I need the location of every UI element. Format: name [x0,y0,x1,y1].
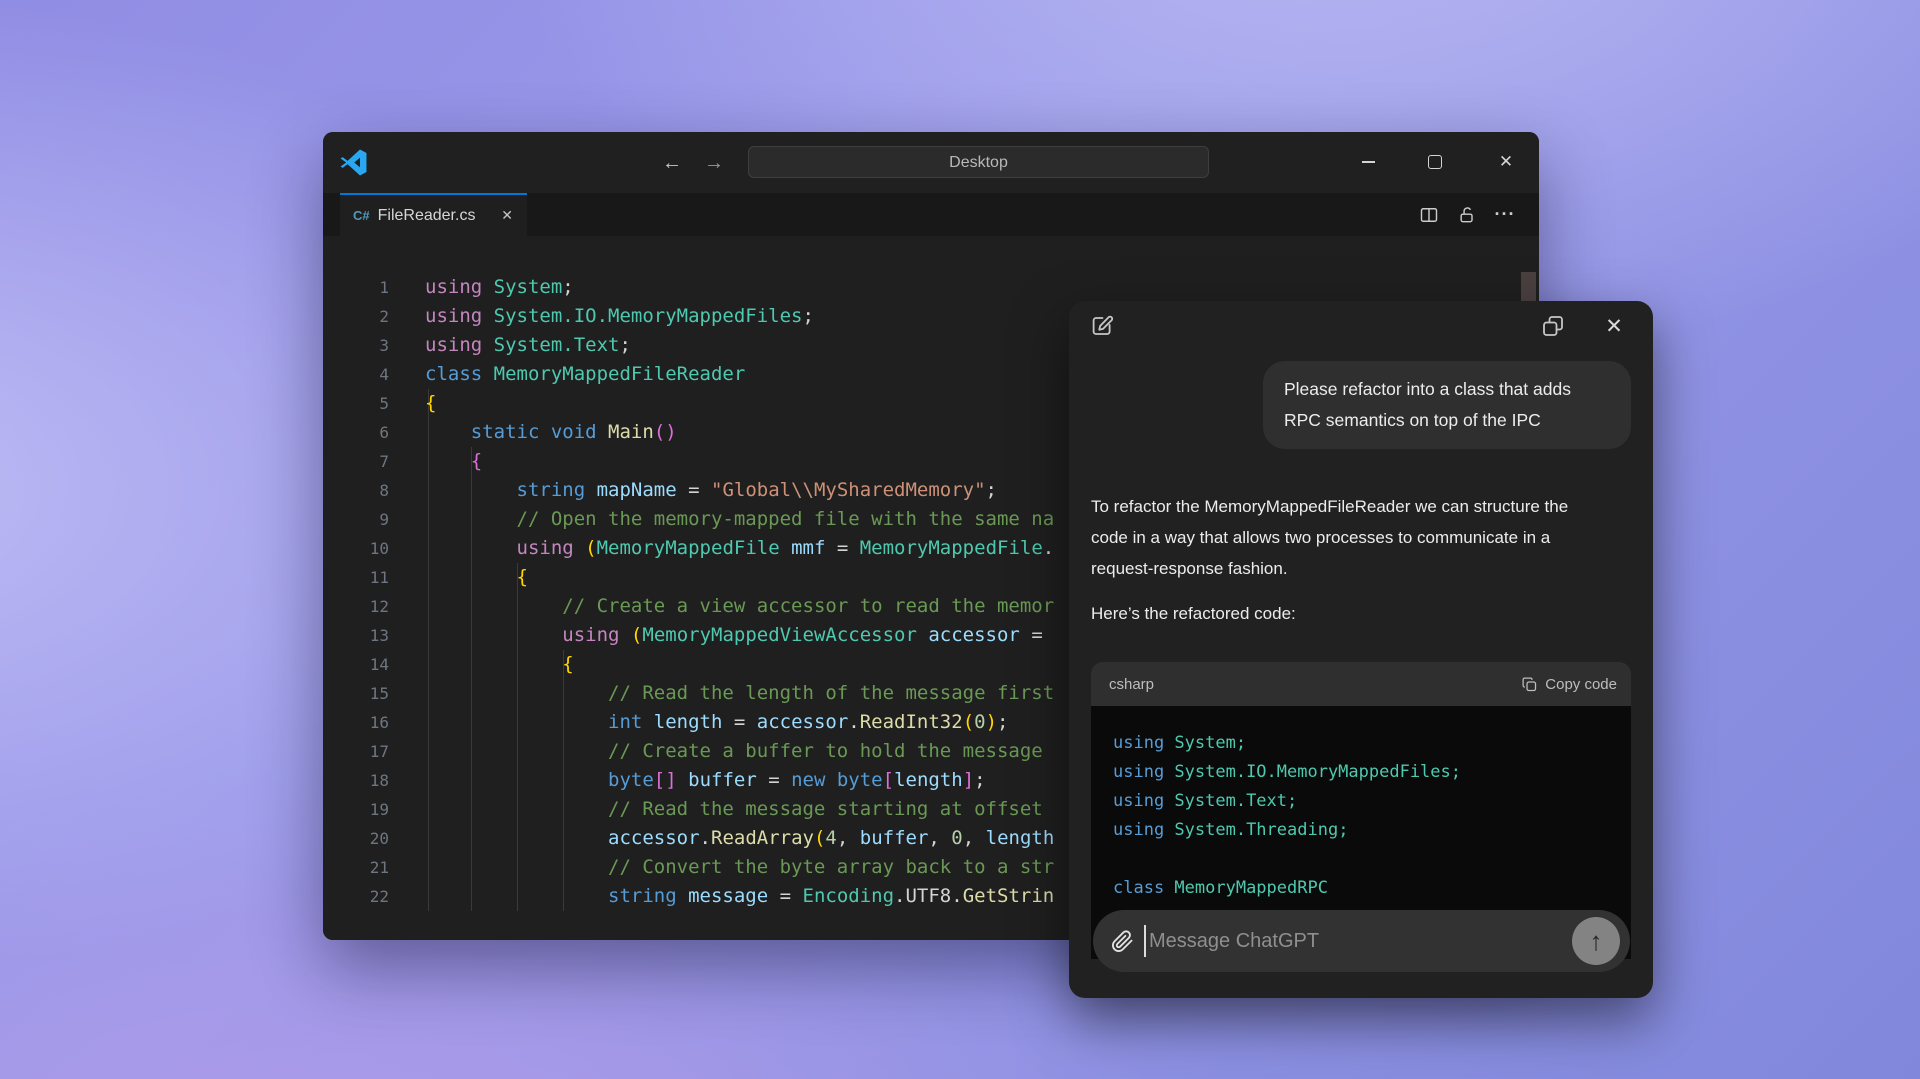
code-line: using System; [1113,733,1247,753]
message-input[interactable]: Message ChatGPT ↑ [1093,910,1630,972]
line-number: 15 [369,684,389,703]
line-number: 20 [369,829,389,848]
copy-code-button[interactable]: Copy code [1521,676,1617,693]
lock-icon[interactable] [1455,203,1479,227]
code-line: class MemoryMappedRPC [1113,878,1328,898]
line-number: 2 [379,307,389,326]
line-number: 3 [379,336,389,355]
text-cursor [1144,925,1146,957]
line-number: 18 [369,771,389,790]
code-block-header: csharp Copy code [1091,662,1631,706]
input-placeholder: Message ChatGPT [1149,929,1320,952]
close-icon: ✕ [1498,152,1514,171]
editor-actions: ··· [1417,193,1539,236]
maximize-button[interactable] [1412,140,1458,184]
copy-code-label: Copy code [1545,675,1617,693]
popout-icon[interactable] [1538,311,1568,341]
tab-bar: C# FileReader.cs ✕ ··· [323,193,1539,236]
code-language-label: csharp [1109,675,1155,693]
ellipsis-icon: ··· [1494,204,1516,224]
code-line: using System.IO.MemoryMappedFiles; [1113,762,1462,782]
close-button[interactable]: ✕ [1483,140,1529,184]
close-glyph: ✕ [1605,314,1623,338]
tab-filereader[interactable]: C# FileReader.cs ✕ [340,193,527,236]
send-button[interactable]: ↑ [1572,917,1620,965]
chat-close-icon[interactable]: ✕ [1597,309,1631,343]
new-chat-icon[interactable] [1087,311,1117,341]
line-number: 13 [369,626,389,645]
user-message-bubble: Please refactor into a class that adds R… [1263,361,1631,449]
line-number: 21 [369,858,389,877]
minimize-button[interactable] [1345,140,1391,184]
desktop-background: ← → Desktop ✕ C# FileReader.cs ✕ ··· 1 u… [0,0,1920,1079]
line-number: 11 [369,568,389,587]
search-box[interactable]: Desktop [748,146,1209,178]
attach-icon[interactable] [1111,929,1134,953]
code-line: using System.Text; [1113,791,1298,811]
line-number: 19 [369,800,389,819]
line-number: 17 [369,742,389,761]
csharp-file-icon: C# [353,208,370,223]
tab-close-icon[interactable]: ✕ [497,205,517,226]
send-arrow-icon: ↑ [1589,926,1603,956]
line-number: 10 [369,539,389,558]
line-number: 12 [369,597,389,616]
chatgpt-panel: ✕ Please refactor into a class that adds… [1069,301,1653,998]
line-number: 4 [379,365,389,384]
line-number: 7 [379,452,389,471]
more-actions-icon[interactable]: ··· [1493,203,1517,227]
forward-icon[interactable]: → [700,149,728,177]
line-number: 6 [379,423,389,442]
code-line: using System.Threading; [1113,820,1349,840]
line-number: 14 [369,655,389,674]
title-bar: ← → Desktop ✕ [323,132,1539,193]
back-icon[interactable]: ← [658,149,686,177]
split-editor-icon[interactable] [1417,203,1441,227]
code-line: 1 using System; [323,273,1539,302]
line-number: 8 [379,481,389,500]
line-number: 16 [369,713,389,732]
line-number: 5 [379,394,389,413]
assistant-message: To refactor the MemoryMappedFileReader w… [1091,497,1569,578]
assistant-message-lead: Here’s the refactored code: [1091,604,1296,623]
maximize-icon [1428,155,1442,169]
line-number: 1 [379,278,389,297]
line-number: 9 [379,510,389,529]
minimize-icon [1361,161,1375,163]
tab-label: FileReader.cs [377,206,476,224]
line-number: 22 [369,887,389,906]
copy-icon [1522,676,1537,691]
vscode-logo-icon [340,149,367,176]
